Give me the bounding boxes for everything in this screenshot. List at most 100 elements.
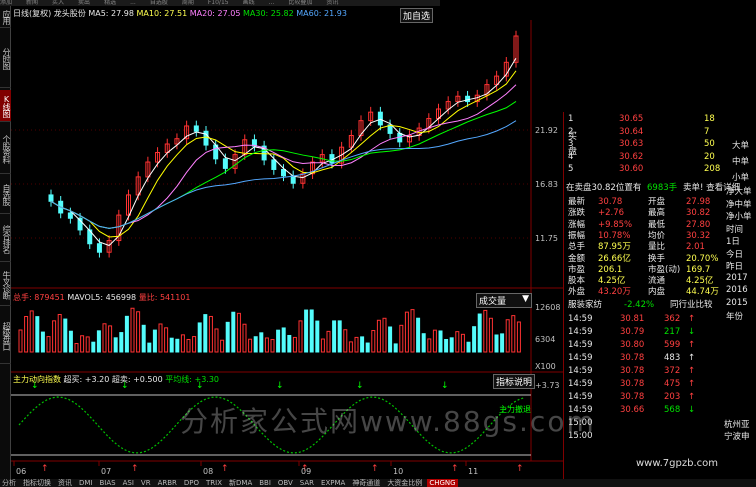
tick-time: 14:59 <box>568 353 593 363</box>
top-menu-item[interactable]: 资讯 <box>326 0 338 6</box>
bottom-tab[interactable]: SAR <box>298 479 316 487</box>
bottom-tab[interactable]: EXPMA <box>319 479 347 487</box>
top-menu-item[interactable]: 周期 <box>182 0 194 6</box>
volume-tab[interactable]: 成交量 ▼ <box>476 293 532 308</box>
indicator-help-button[interactable]: 指标说明 <box>493 374 536 389</box>
site-watermark: www.7gpzb.com <box>636 458 718 469</box>
book-price: 30.60 <box>619 164 644 174</box>
sell-arrow-icon: ↓ <box>356 381 364 391</box>
left-tab[interactable]: 自选股 <box>0 176 11 214</box>
top-menu-item[interactable]: ... <box>130 0 136 6</box>
up-arrow-icon: ↑ <box>688 392 696 402</box>
bottom-tab[interactable]: CHGNG <box>427 479 458 487</box>
bottom-tab[interactable]: 指标切换 <box>21 479 53 487</box>
bottom-tab[interactable]: TRIX <box>204 479 224 487</box>
bottom-tab[interactable]: BBI <box>257 479 273 487</box>
bottom-tab[interactable]: 新DMA <box>227 479 254 487</box>
volume-axis-label: 6304 <box>535 335 555 344</box>
volume-bar <box>29 310 34 353</box>
volume-bar <box>186 338 191 353</box>
tick-price: 30.78 <box>620 353 645 363</box>
panel-row: 涨跌 +2.76 最高 30.82 <box>564 208 724 219</box>
down-arrow-icon: ↓ <box>688 405 696 415</box>
volume-bar <box>175 338 180 353</box>
indicator-oversell: 超卖: +0.500 <box>111 375 163 384</box>
volume-bar <box>52 320 57 353</box>
volume-bar <box>449 337 454 353</box>
top-menu-item[interactable]: 比较叠加 <box>288 0 312 6</box>
tick-price: 30.78 <box>620 392 645 402</box>
top-menu-item[interactable]: 自选股 <box>150 0 168 6</box>
stat-label: 均价 <box>648 230 666 241</box>
top-menu-item[interactable]: 精选 <box>104 0 116 6</box>
bottom-tab[interactable]: OBV <box>276 479 295 487</box>
bottom-tab[interactable]: 大资金比例 <box>385 479 424 487</box>
bottom-tab[interactable]: 神奇通道 <box>350 479 382 487</box>
panel-row: 涨幅 +9.85% 最低 27.80 <box>564 220 724 231</box>
bottom-tab[interactable]: ASI <box>121 479 136 487</box>
volume-bar <box>130 307 135 353</box>
candle-body <box>67 212 73 219</box>
stock-app: 添加 新闻 买入 卖出 精选... 自选股 周期 F10/15 画线... 比较叠加 资讯 应用 分时… <box>0 0 756 487</box>
left-tab[interactable]: 应用 <box>0 6 11 28</box>
bottom-tab[interactable]: 资讯 <box>56 479 74 487</box>
bottom-tab[interactable]: ARBR <box>156 479 179 487</box>
left-tab[interactable]: 个股资料 <box>0 124 11 174</box>
panel-row: 最新 30.78 开盘 27.98 <box>564 197 724 208</box>
stat-label: 涨跌 <box>568 208 586 219</box>
volume-axis-label: X100 <box>535 362 556 371</box>
buy-arrow-icon: ↑ <box>371 464 379 474</box>
volume-bar <box>511 315 516 353</box>
top-menu-item[interactable]: 画线 <box>243 0 255 6</box>
bottom-tab[interactable]: DMI <box>77 479 95 487</box>
top-menu-item[interactable]: F10/15 <box>208 0 229 6</box>
bottom-tab[interactable]: BIAS <box>98 479 118 487</box>
volume-bar <box>371 330 376 353</box>
tick-time: 14:59 <box>568 314 593 324</box>
top-menu-item[interactable]: 新闻 <box>26 0 38 6</box>
related-stock[interactable]: 宁波申 <box>724 430 750 442</box>
side-label: 今日 <box>726 249 744 260</box>
sector-compare-link[interactable]: 同行业比较 <box>670 300 713 311</box>
stat-value: 30.82 <box>686 208 711 219</box>
top-menu-item[interactable]: 卖出 <box>78 0 90 6</box>
bottom-tab[interactable]: DPO <box>182 479 201 487</box>
left-tab[interactable]: K线图 <box>0 90 11 122</box>
volume-bar <box>192 336 197 353</box>
stat-value: +9.85% <box>598 219 633 230</box>
volume-bar <box>432 329 437 353</box>
left-tab[interactable]: 超级盘口 <box>0 308 11 364</box>
candle-body <box>465 95 471 103</box>
bottom-tab[interactable]: 分析 <box>0 479 18 487</box>
left-tab[interactable]: 分时图 <box>0 30 11 88</box>
volume-bar <box>152 329 157 353</box>
volume-bar <box>91 341 96 353</box>
stat-label: 股本 <box>568 276 586 287</box>
stat-label: 流通 <box>648 276 666 287</box>
stat-value: 4.25亿 <box>598 276 626 287</box>
volume-bar <box>236 312 241 353</box>
left-tab[interactable]: 牛叉诊断 <box>0 264 11 306</box>
volume-bar <box>404 311 409 353</box>
panel-row: 振幅 10.78% 均价 30.32 <box>564 231 724 242</box>
book-volume: 208 <box>704 164 721 174</box>
indicator-overbuy: 超买: +3.20 <box>63 375 110 384</box>
tick-volume: 599 <box>664 340 681 350</box>
book-volume: 18 <box>704 114 715 124</box>
panel-row: 股本 4.25亿 流通 4.25亿 <box>564 276 724 287</box>
stat-value: 30.32 <box>686 230 711 241</box>
volume-bar <box>343 329 348 353</box>
top-menu-item[interactable]: 买入 <box>52 0 64 6</box>
sector-name: 服装家纺 <box>568 300 603 310</box>
volume-bar <box>124 315 129 353</box>
stat-value: +2.76 <box>598 208 625 219</box>
bottom-tab[interactable]: VR <box>139 479 153 487</box>
down-arrow-icon: ↓ <box>688 327 696 337</box>
volume-info: 总手: 879451 MAVOL5: 456998 量比: 541101 <box>13 292 190 303</box>
candle-body <box>222 158 228 169</box>
period-label[interactable]: 日线(复权) <box>13 9 51 18</box>
left-tab[interactable]: 综合排名 <box>0 216 11 262</box>
up-arrow-icon: ↑ <box>688 366 696 376</box>
top-menu-item[interactable]: ... <box>269 0 275 6</box>
related-stock[interactable]: 杭州亚 <box>724 418 750 430</box>
